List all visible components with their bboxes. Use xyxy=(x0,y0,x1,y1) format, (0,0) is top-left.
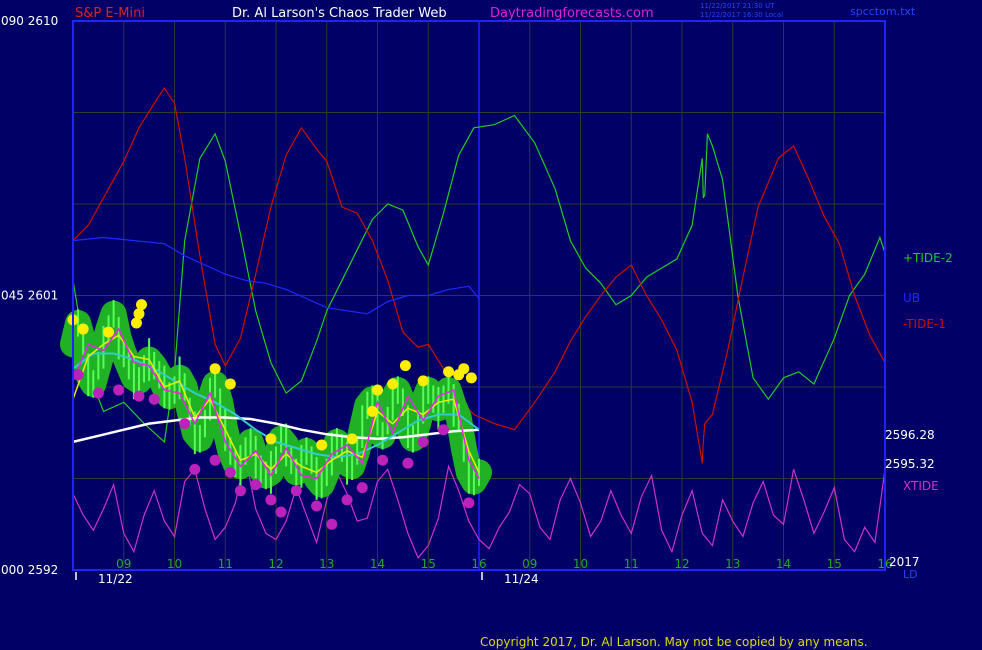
author-label: Dr. Al Larson's Chaos Trader Web xyxy=(232,6,447,21)
low-marker xyxy=(224,466,236,478)
legend-tide-minus1: -TIDE-1 xyxy=(903,317,946,331)
high-marker xyxy=(77,323,89,335)
high-marker xyxy=(316,439,328,451)
low-marker xyxy=(326,518,338,530)
x-tick-label: 14 xyxy=(370,557,385,571)
legend-tide-plus2: +TIDE-2 xyxy=(903,251,953,265)
low-marker xyxy=(179,418,191,430)
low-marker xyxy=(377,454,389,466)
date-label: 11/24 xyxy=(504,572,539,586)
low-marker xyxy=(463,497,475,509)
y-tick-label: 000 2592 xyxy=(1,563,58,577)
low-marker xyxy=(265,494,277,506)
low-marker xyxy=(275,506,287,518)
x-tick-label: 10 xyxy=(573,557,588,571)
x-tick-label: 15 xyxy=(421,557,436,571)
high-marker xyxy=(346,433,358,445)
low-marker xyxy=(189,463,201,475)
high-marker xyxy=(103,326,115,338)
high-marker xyxy=(265,433,277,445)
x-tick-label: 12 xyxy=(268,557,283,571)
year-label: 2017 xyxy=(889,555,920,569)
x-tick-label: 13 xyxy=(319,557,334,571)
value-label-lower: 2595.32 xyxy=(885,457,935,471)
low-marker xyxy=(402,457,414,469)
value-label-upper: 2596.28 xyxy=(885,428,935,442)
x-tick-label: 09 xyxy=(522,557,537,571)
low-marker xyxy=(417,436,429,448)
low-marker xyxy=(209,454,221,466)
low-marker xyxy=(113,384,125,396)
x-tick-label: 15 xyxy=(827,557,842,571)
low-marker xyxy=(250,479,262,491)
y-tick-label: 090 2610 xyxy=(1,14,58,28)
x-tick-label: 09 xyxy=(116,557,131,571)
high-marker xyxy=(399,360,411,372)
low-marker xyxy=(437,424,449,436)
low-marker xyxy=(148,393,160,405)
high-marker xyxy=(209,363,221,375)
low-marker xyxy=(133,390,145,402)
chaos-trader-chart: 090 2610 045 2601 000 2592 09 10 11 12 13 14 15 16… xyxy=(0,0,982,650)
timestamp-ut: 11/22/2017 21:30 UT xyxy=(700,2,775,10)
legend-ub: UB xyxy=(903,291,920,305)
high-marker xyxy=(224,378,236,390)
low-marker xyxy=(234,485,246,497)
date-label: 11/22 xyxy=(98,572,133,586)
high-marker xyxy=(387,378,399,390)
x-tick-label: 11 xyxy=(624,557,639,571)
low-marker xyxy=(92,387,104,399)
x-tick-label: 16 xyxy=(471,557,486,571)
high-marker xyxy=(458,363,470,375)
high-marker xyxy=(417,375,429,387)
ld-label: LD xyxy=(903,568,918,581)
x-tick-label: 14 xyxy=(776,557,791,571)
copyright-notice: Copyright 2017, Dr. Al Larson. May not b… xyxy=(480,635,868,649)
high-marker xyxy=(465,372,477,384)
legend-xtide: XTIDE xyxy=(903,479,939,493)
x-tick-label: 13 xyxy=(725,557,740,571)
instrument-label: S&P E-Mini xyxy=(75,6,145,21)
high-marker xyxy=(443,366,455,378)
high-marker xyxy=(366,405,378,417)
x-tick-label: 10 xyxy=(167,557,182,571)
low-marker xyxy=(290,485,302,497)
low-marker xyxy=(356,482,368,494)
site-link[interactable]: Daytradingforecasts.com xyxy=(490,6,654,21)
low-marker xyxy=(341,494,353,506)
low-marker xyxy=(311,500,323,512)
low-marker xyxy=(72,369,84,381)
y-tick-label: 045 2601 xyxy=(1,289,58,303)
high-marker xyxy=(372,384,383,396)
high-marker xyxy=(133,308,145,320)
filename-label: spcctom.txt xyxy=(850,5,916,18)
x-tick-label: 11 xyxy=(218,557,233,571)
timestamp-local: 11/22/2017 16:30 Local xyxy=(700,11,783,19)
chart-window: 090 2610 045 2601 000 2592 09 10 11 12 13 14 15 16… xyxy=(0,0,982,650)
x-tick-label: 12 xyxy=(674,557,689,571)
